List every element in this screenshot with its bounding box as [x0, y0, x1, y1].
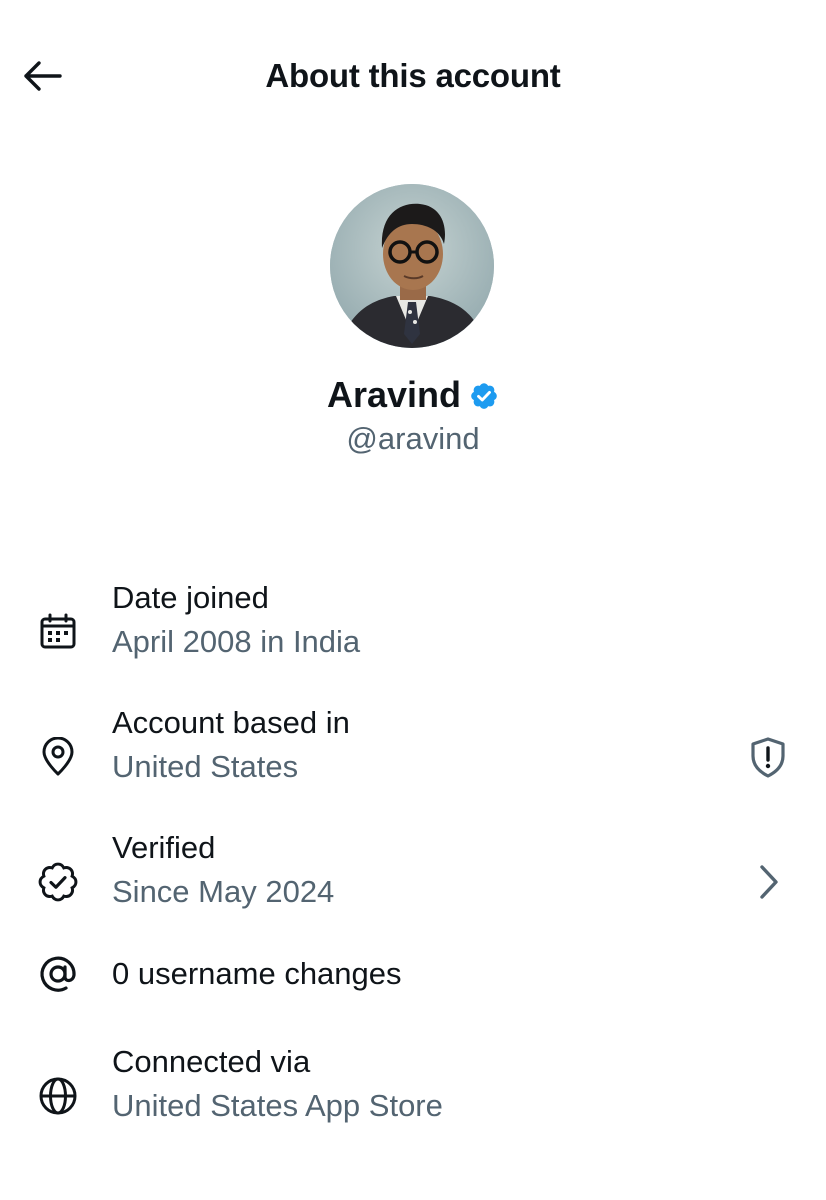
- display-name: Aravind: [326, 374, 462, 415]
- detail-value: United States App Store: [112, 1088, 443, 1123]
- detail-value: April 2008 in India: [112, 624, 361, 659]
- detail-username-changes: 0 username changes: [0, 946, 826, 1046]
- detail-account-based-in: Account based in United States: [0, 699, 826, 799]
- page-title: About this account: [265, 57, 561, 94]
- detail-value: United States: [112, 749, 299, 784]
- top-bar: About this account: [0, 0, 826, 150]
- calendar-icon: [36, 610, 80, 654]
- detail-date-joined: Date joined April 2008 in India: [0, 574, 826, 674]
- detail-value: Since May 2024: [112, 874, 335, 909]
- detail-title: 0 username changes: [112, 956, 402, 991]
- detail-title: Verified: [112, 830, 216, 865]
- shield-alert-icon[interactable]: [744, 733, 792, 781]
- detail-verified[interactable]: Verified Since May 2024: [0, 824, 826, 924]
- avatar[interactable]: [330, 184, 494, 348]
- detail-title: Date joined: [112, 580, 269, 615]
- detail-connected-via: Connected via United States App Store: [0, 1038, 826, 1138]
- globe-icon: [36, 1074, 80, 1118]
- at-sign-icon: [36, 952, 80, 996]
- profile-photo: [330, 184, 494, 348]
- username-handle: @aravind: [346, 421, 480, 456]
- name-row: Aravind: [0, 372, 826, 418]
- verified-badge-icon: [469, 381, 499, 411]
- verified-badge-outline-icon: [36, 860, 80, 904]
- detail-title: Connected via: [112, 1044, 311, 1079]
- location-pin-icon: [36, 735, 80, 779]
- chevron-right-icon[interactable]: [744, 858, 792, 906]
- detail-title: Account based in: [112, 705, 350, 740]
